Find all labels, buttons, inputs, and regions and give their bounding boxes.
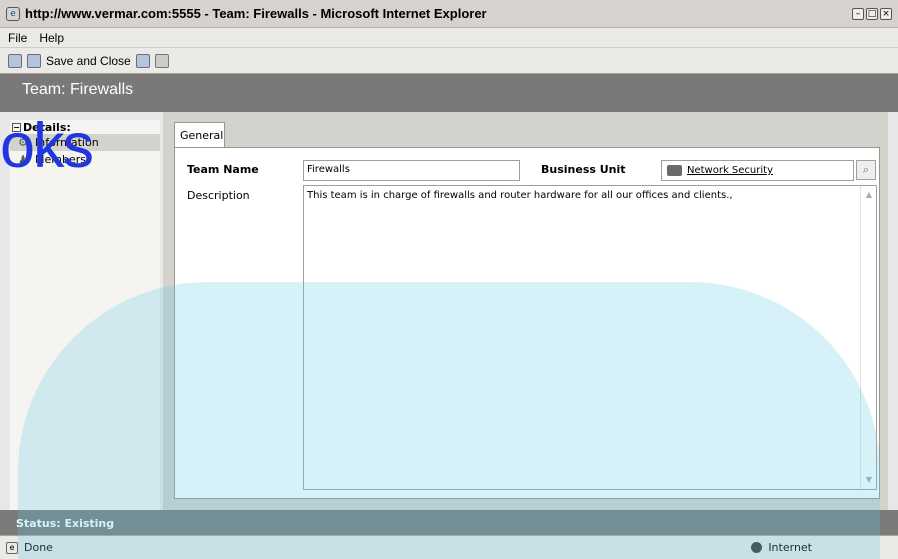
lookup-button[interactable]: ⌕ bbox=[856, 160, 876, 180]
menu-help[interactable]: Help bbox=[39, 31, 64, 45]
close-button[interactable]: × bbox=[880, 7, 892, 20]
menu-bar: File Help bbox=[0, 28, 898, 48]
save-and-close-button[interactable]: Save and Close bbox=[46, 54, 131, 68]
form-header: Team: Firewalls bbox=[0, 74, 898, 112]
save-icon[interactable] bbox=[8, 53, 22, 68]
window-controls: – □ × bbox=[852, 7, 892, 20]
team-name-input[interactable]: Firewalls bbox=[303, 160, 520, 181]
business-unit-field[interactable]: Network Security bbox=[661, 160, 854, 181]
page-icon: e bbox=[6, 541, 18, 554]
business-unit-label: Business Unit bbox=[541, 163, 626, 176]
scroll-up-icon[interactable]: ▲ bbox=[864, 190, 874, 200]
window-title-bar: e http://www.vermar.com:5555 - Team: Fir… bbox=[0, 0, 898, 28]
description-text: This team is in charge of firewalls and … bbox=[307, 190, 733, 201]
watermark-text: oks bbox=[0, 111, 94, 181]
menu-file[interactable]: File bbox=[8, 31, 27, 45]
watermark-shape bbox=[18, 282, 880, 559]
form-title: Team: Firewalls bbox=[22, 81, 134, 98]
toolbar: Save and Close bbox=[0, 48, 898, 74]
save-and-close-icon[interactable] bbox=[27, 53, 41, 68]
minimize-button[interactable]: – bbox=[852, 7, 864, 20]
window-title: http://www.vermar.com:5555 - Team: Firew… bbox=[25, 6, 487, 21]
print-icon[interactable] bbox=[154, 53, 169, 68]
internet-explorer-icon: e bbox=[6, 6, 20, 21]
tab-general[interactable]: General bbox=[174, 122, 225, 148]
business-unit-icon bbox=[667, 165, 682, 176]
team-name-label: Team Name bbox=[187, 163, 259, 176]
new-record-icon[interactable] bbox=[135, 53, 150, 68]
maximize-button[interactable]: □ bbox=[866, 7, 878, 20]
description-label: Description bbox=[187, 189, 250, 202]
business-unit-link[interactable]: Network Security bbox=[687, 165, 773, 176]
